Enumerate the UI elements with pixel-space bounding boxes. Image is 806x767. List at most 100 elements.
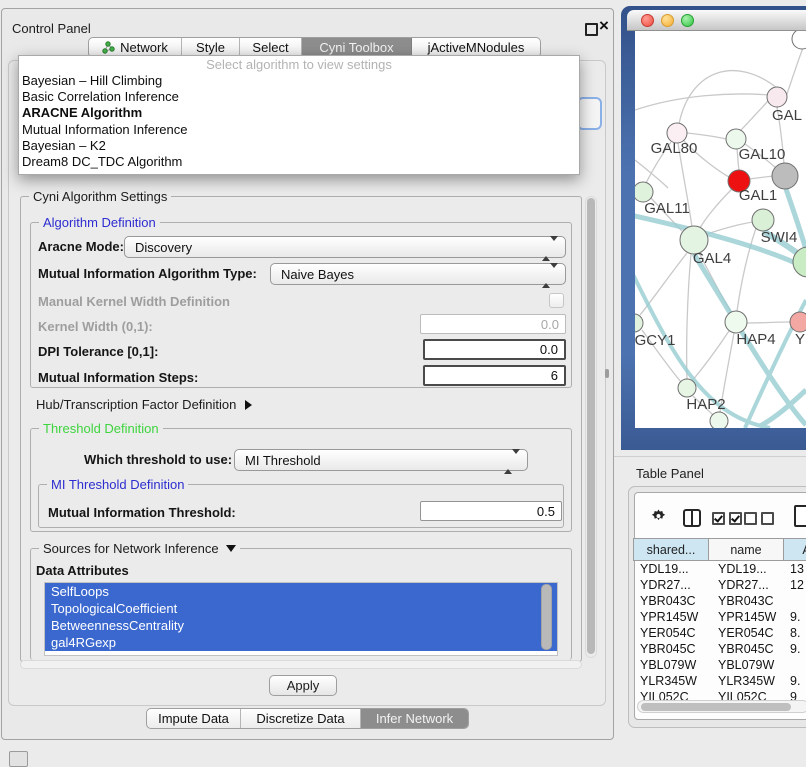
network-edges-highlighted [635,189,806,428]
table-row[interactable]: YDL19... YDL19... 13 [633,561,806,577]
apply-button[interactable]: Apply [269,675,337,696]
dropdown-placeholder: Select algorithm to view settings [19,56,579,73]
mi-threshold-field[interactable]: 0.5 [420,501,562,521]
network-node[interactable] [678,379,696,397]
node-label: GAL4 [693,250,731,267]
network-node[interactable] [635,314,643,332]
gear-icon[interactable] [649,507,668,526]
table-cell[interactable]: 12 [784,578,806,592]
scrollbar-thumb[interactable] [641,703,791,711]
dropdown-item[interactable]: Dream8 DC_TDC Algorithm [19,154,579,170]
select-all-columns-icon[interactable] [712,512,742,525]
table-cell[interactable]: YER054C [633,626,709,640]
combo-value: Discovery [135,240,192,255]
table-row[interactable]: YBR043C YBR043C [633,593,806,609]
algorithm-combo-fragment[interactable] [577,97,602,130]
network-node[interactable] [725,311,747,333]
which-threshold-label: Which threshold to use: [84,452,232,467]
tab-infer-network[interactable]: Infer Network [361,709,468,728]
table-row[interactable]: YDR27... YDR27... 12 [633,577,806,593]
table-cell[interactable]: 9. [784,674,806,688]
tab-discretize-data[interactable]: Discretize Data [241,709,361,728]
group-title: Cyni Algorithm Settings [29,189,171,204]
dropdown-item[interactable]: Bayesian – Hill Climbing [19,73,579,89]
list-item[interactable]: TopologicalCoefficient [45,600,557,617]
table-row[interactable]: YER054C YER054C 8. [633,625,806,641]
dropdown-item[interactable]: Bayesian – K2 [19,138,579,154]
float-window-icon[interactable] [585,23,598,36]
table-row[interactable]: YPR145W YPR145W 9. [633,609,806,625]
column-header-shared-name[interactable]: shared... [633,538,709,561]
table-cell[interactable]: YBR043C [709,594,784,608]
table-rows: YDL19... YDL19... 13 YDR27... YDR27... 1… [633,561,806,705]
manual-kernel-width-checkbox[interactable] [549,293,564,308]
network-node[interactable] [635,182,653,202]
deselect-all-columns-icon[interactable] [744,512,774,525]
table-cell[interactable]: YBL079W [633,658,709,672]
hub-transcription-section-toggle[interactable]: Hub/Transcription Factor Definition [36,397,252,412]
table-cell[interactable]: YDR27... [633,578,709,592]
network-node[interactable] [710,412,728,428]
table-row[interactable]: YLR345W YLR345W 9. [633,673,806,689]
table-row[interactable]: YBR045C YBR045C 9. [633,641,806,657]
mi-algorithm-type-combo[interactable]: Naive Bayes [270,263,566,285]
scrollbar-thumb[interactable] [587,198,595,654]
data-attributes-list[interactable]: SelfLoops TopologicalCoefficient Between… [44,582,558,656]
dropdown-item[interactable]: Mutual Information Inference [19,122,579,138]
node-label: GAL10 [739,146,786,163]
kernel-width-field[interactable]: 0.0 [420,314,566,334]
cyni-bottom-tabbar: Impute Data Discretize Data Infer Networ… [146,708,469,729]
field-value: 6 [551,368,558,383]
table-cell[interactable]: YDR27... [709,578,784,592]
network-node[interactable] [790,312,806,332]
table-cell[interactable]: YBR045C [709,642,784,656]
network-node[interactable] [767,87,787,107]
mi-steps-field[interactable]: 6 [423,365,566,386]
list-scrollbar-thumb[interactable] [541,584,552,650]
table-cell[interactable]: YBR045C [633,642,709,656]
table-cell[interactable]: YDL19... [633,562,709,576]
dropdown-item-selected[interactable]: ARACNE Algorithm [19,105,579,121]
tab-impute-data[interactable]: Impute Data [147,709,241,728]
window-close-button[interactable] [641,14,654,27]
table-cell[interactable]: YLR345W [633,674,709,688]
network-node[interactable] [752,209,774,231]
table-cell[interactable]: 9. [784,642,806,656]
table-cell[interactable]: YER054C [709,626,784,640]
network-canvas[interactable]: GAL GAL80 GAL10 GAL1 GAL11 SWI4 GAL4 GCY… [635,31,806,428]
export-table-icon[interactable] [794,505,806,527]
list-item[interactable]: SelfLoops [45,583,557,600]
table-cell[interactable]: YLR345W [709,674,784,688]
tab-label: Discretize Data [256,711,344,726]
window-zoom-button[interactable] [681,14,694,27]
show-columns-icon[interactable] [683,509,701,527]
panel-splitter-handle[interactable] [605,369,609,378]
column-header-name[interactable]: name [709,538,784,561]
close-icon[interactable]: × [599,17,609,34]
window-minimize-button[interactable] [661,14,674,27]
table-cell[interactable]: YBR043C [633,594,709,608]
table-cell[interactable]: YDL19... [709,562,784,576]
dropdown-item[interactable]: Basic Correlation Inference [19,89,579,105]
column-header-third[interactable]: A [784,538,806,561]
dpi-tolerance-field[interactable]: 0.0 [423,339,566,360]
settings-horizontal-scrollbar[interactable] [20,660,582,669]
table-cell[interactable]: YPR145W [709,610,784,624]
table-cell[interactable]: 9. [784,610,806,624]
table-row[interactable]: YBL079W YBL079W [633,657,806,673]
aracne-mode-combo[interactable]: Discovery [124,236,566,258]
table-cell[interactable]: 8. [784,626,806,640]
which-threshold-combo[interactable]: MI Threshold [234,449,528,471]
table-horizontal-scrollbar[interactable] [637,700,806,713]
dock-panel-icon[interactable] [9,751,28,767]
list-item[interactable]: gal4RGexp [45,634,557,651]
table-cell[interactable]: YBL079W [709,658,784,672]
network-node[interactable] [792,31,806,49]
apply-button-label: Apply [287,678,320,693]
settings-vertical-scrollbar[interactable] [585,196,597,658]
sources-group-title[interactable]: Sources for Network Inference [39,541,240,556]
list-item[interactable]: BetweennessCentrality [45,617,557,634]
network-node[interactable] [772,163,798,189]
table-cell[interactable]: 13 [784,562,806,576]
table-cell[interactable]: YPR145W [633,610,709,624]
